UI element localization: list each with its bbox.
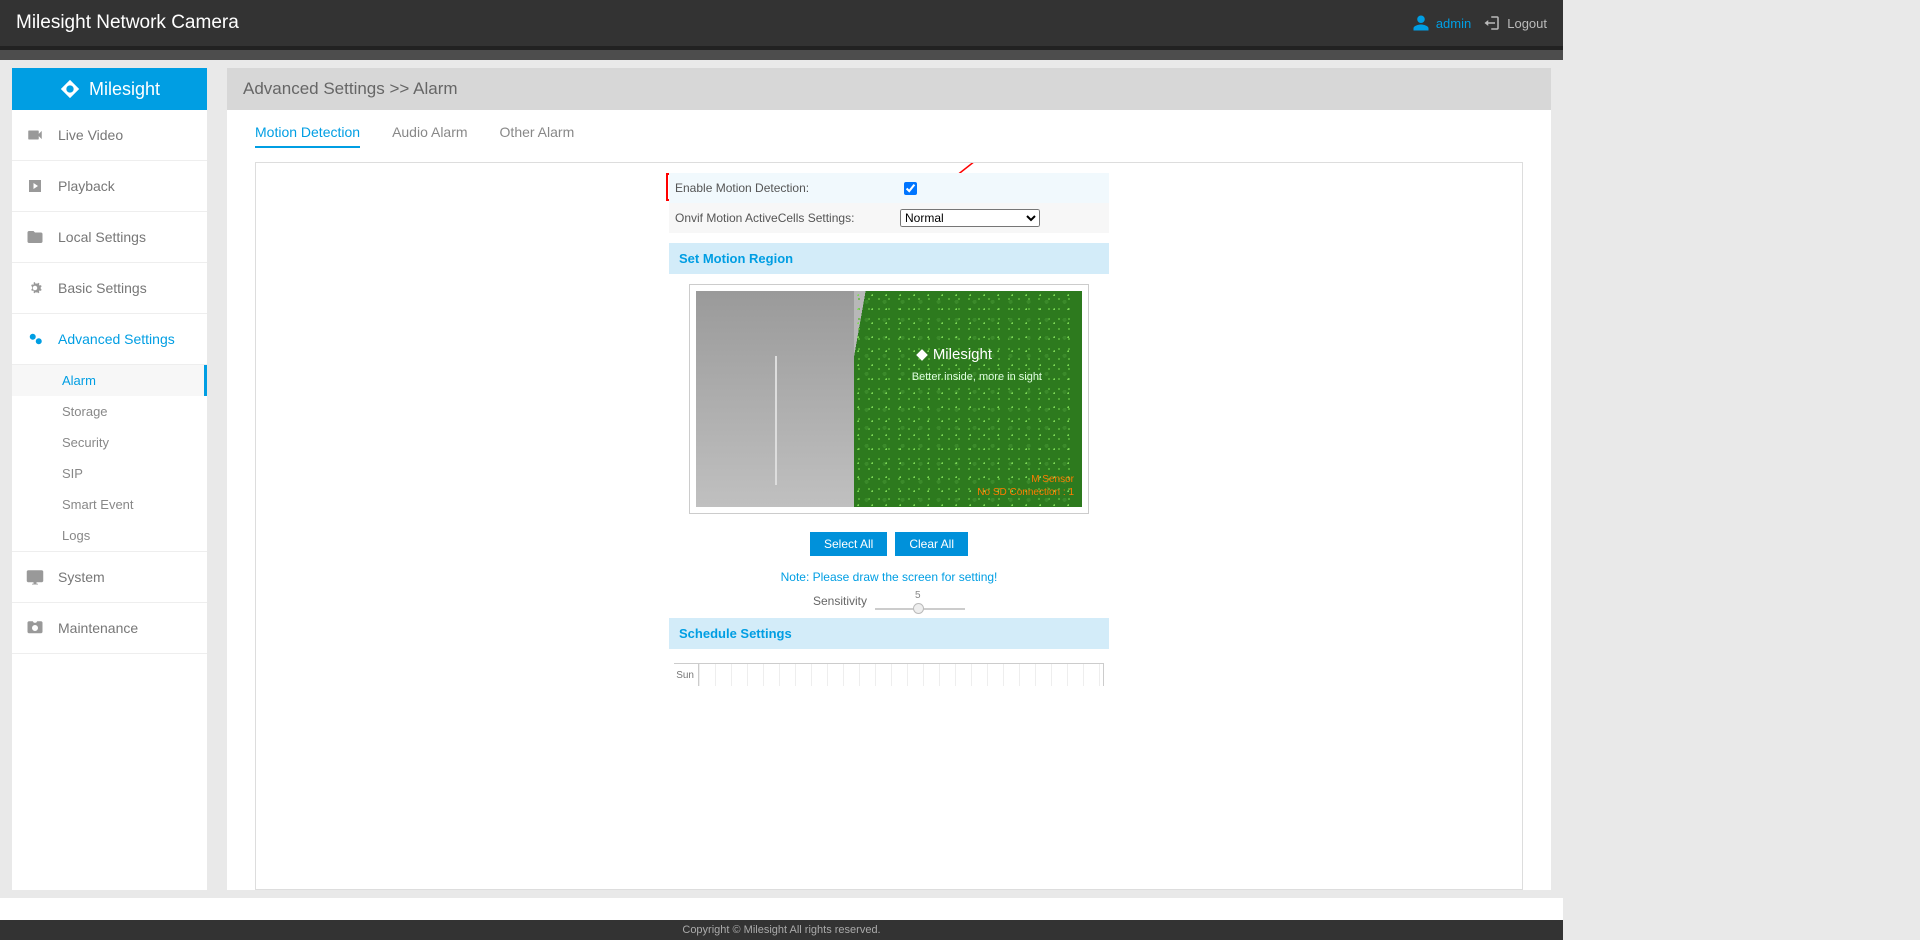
schedule-row[interactable] [698, 664, 1103, 686]
video-door [696, 291, 854, 507]
nav-sub-logs[interactable]: Logs [12, 520, 207, 551]
nav-local-settings[interactable]: Local Settings [12, 212, 207, 263]
camera-icon [26, 126, 44, 144]
nav-live-video[interactable]: Live Video [12, 110, 207, 161]
schedule-day-sun: Sun [674, 664, 698, 686]
nav-playback[interactable]: Playback [12, 161, 207, 212]
video-brand-overlay: Milesight [915, 346, 992, 363]
video-preview: Milesight Better inside, more in sight M… [696, 291, 1082, 507]
motion-region-canvas[interactable]: Milesight Better inside, more in sight M… [689, 284, 1089, 514]
video-tagline: Better inside, more in sight [912, 371, 1042, 383]
nav-sub-smart-event[interactable]: Smart Event [12, 489, 207, 520]
row-onvif: Onvif Motion ActiveCells Settings: Norma… [669, 203, 1109, 233]
section-schedule: Schedule Settings [669, 618, 1109, 649]
nav-system-label: System [58, 569, 105, 585]
nav-basic-settings-label: Basic Settings [58, 280, 147, 296]
logout-icon [1483, 14, 1501, 32]
tab-bar: Motion Detection Audio Alarm Other Alarm [227, 110, 1551, 148]
tab-motion-detection[interactable]: Motion Detection [255, 124, 360, 148]
row-enable-motion: Enable Motion Detection: [669, 173, 1109, 203]
region-button-row: Select All Clear All [669, 532, 1109, 556]
settings-panel: Enable Motion Detection: Onvif Motion Ac… [669, 173, 1109, 889]
nav-sub-security[interactable]: Security [12, 427, 207, 458]
monitor-icon [26, 568, 44, 586]
current-user[interactable]: admin [1412, 14, 1471, 32]
gear-icon [26, 279, 44, 297]
breadcrumb: Advanced Settings >> Alarm [227, 68, 1551, 110]
slider-thumb[interactable] [913, 603, 924, 614]
clear-all-button[interactable]: Clear All [895, 532, 968, 556]
nav-maintenance-label: Maintenance [58, 620, 138, 636]
content-panel: Advanced Settings >> Alarm Motion Detect… [227, 68, 1551, 890]
scroll-area[interactable]: Enable Motion Detection: Onvif Motion Ac… [256, 163, 1522, 889]
user-name: admin [1436, 16, 1471, 31]
enable-motion-label: Enable Motion Detection: [675, 181, 900, 195]
folder-icon [26, 228, 44, 246]
brand-logo-icon [59, 78, 81, 100]
sensitivity-slider[interactable]: 5 [875, 600, 965, 602]
nav-sub-alarm[interactable]: Alarm [12, 365, 207, 396]
main-layout: Milesight Live Video Playback Local Sett… [0, 60, 1563, 890]
sidebar: Milesight Live Video Playback Local Sett… [12, 68, 207, 890]
footer: Copyright © Milesight All rights reserve… [0, 920, 1563, 940]
sensitivity-label: Sensitivity [813, 594, 867, 608]
nav-live-video-label: Live Video [58, 127, 123, 143]
top-bar: Milesight Network Camera admin Logout [0, 0, 1563, 50]
gears-icon [26, 330, 44, 348]
select-all-button[interactable]: Select All [810, 532, 887, 556]
logout-button[interactable]: Logout [1483, 14, 1547, 32]
sensitivity-row: Sensitivity 5 [669, 594, 1109, 608]
nav-maintenance[interactable]: Maintenance [12, 603, 207, 654]
nav-sub-storage[interactable]: Storage [12, 396, 207, 427]
nav-advanced-settings-label: Advanced Settings [58, 331, 175, 347]
onvif-select[interactable]: Normal [900, 209, 1040, 227]
brand-name: Milesight [89, 79, 160, 100]
tab-other-alarm[interactable]: Other Alarm [500, 124, 575, 148]
enable-motion-checkbox[interactable] [904, 182, 917, 195]
video-status-overlay: M Sensor No SD Connection : 1 [977, 473, 1074, 499]
nav-sub-sip[interactable]: SIP [12, 458, 207, 489]
nav-system[interactable]: System [12, 551, 207, 603]
nav-playback-label: Playback [58, 178, 115, 194]
brand-logo: Milesight [12, 68, 207, 110]
logout-label: Logout [1507, 16, 1547, 31]
section-motion-region: Set Motion Region [669, 243, 1109, 274]
top-strip [0, 50, 1563, 60]
nav-list: Live Video Playback Local Settings Basic… [12, 110, 207, 654]
app-title: Milesight Network Camera [16, 12, 239, 34]
play-icon [26, 177, 44, 195]
schedule-grid[interactable]: Sun [674, 663, 1104, 686]
inner-panel: Enable Motion Detection: Onvif Motion Ac… [255, 162, 1523, 890]
onvif-label: Onvif Motion ActiveCells Settings: [675, 211, 900, 225]
camera-maint-icon [26, 619, 44, 637]
tab-audio-alarm[interactable]: Audio Alarm [392, 124, 467, 148]
draw-note: Note: Please draw the screen for setting… [669, 570, 1109, 584]
user-icon [1412, 14, 1430, 32]
nav-local-settings-label: Local Settings [58, 229, 146, 245]
nav-basic-settings[interactable]: Basic Settings [12, 263, 207, 314]
sensitivity-value: 5 [915, 590, 921, 601]
nav-advanced-settings[interactable]: Advanced Settings [12, 314, 207, 365]
